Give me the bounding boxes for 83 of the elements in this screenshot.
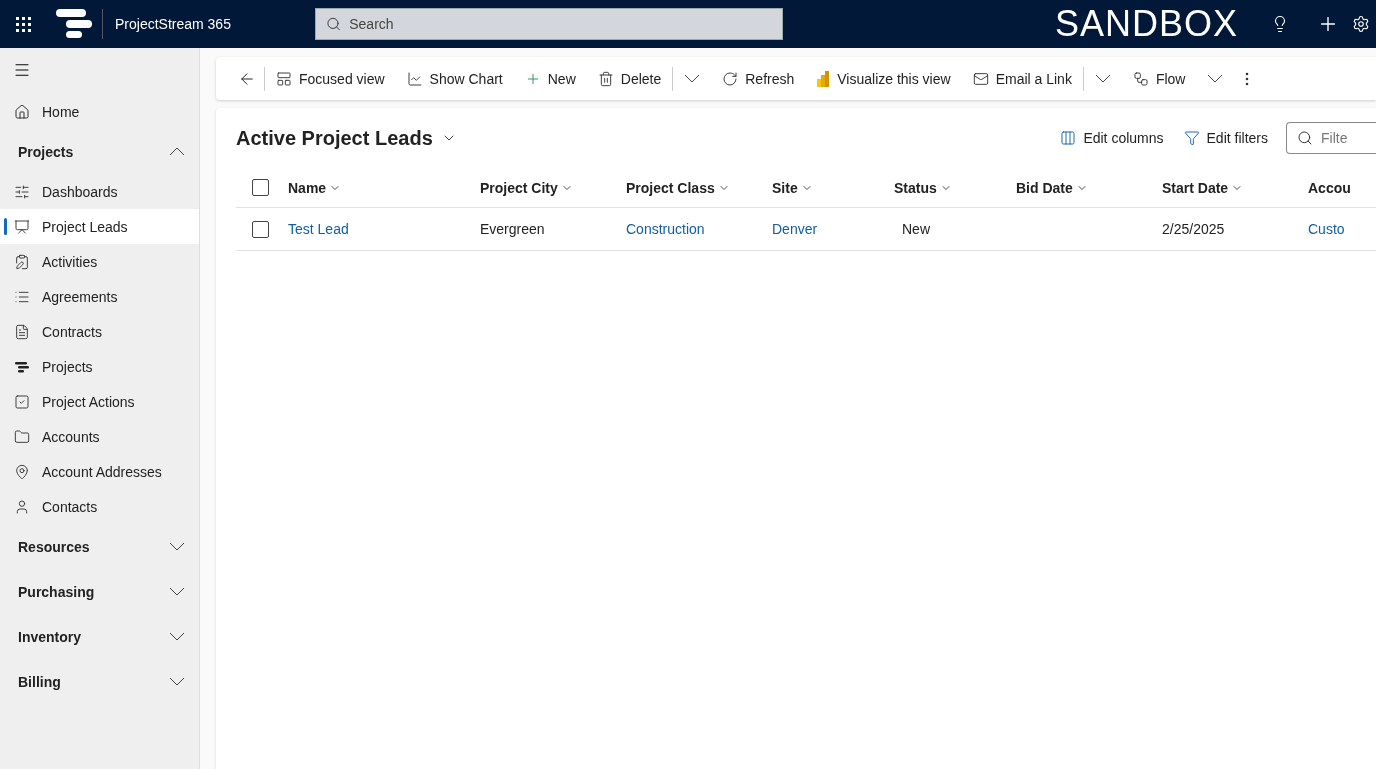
home-icon [14,103,30,120]
table-cell-text: 2/25/2025 [1162,221,1226,237]
nav-item[interactable]: Home [0,94,199,129]
view-action-button[interactable]: Edit filters [1173,130,1278,146]
chart-board-icon [14,218,30,235]
column-header[interactable]: Accou [1308,179,1376,196]
app-launcher-icon[interactable] [15,16,31,32]
nav-group-header[interactable]: Inventory [0,614,199,659]
chevron-down-icon [169,632,185,641]
menu-icon [13,61,31,79]
nav-item[interactable]: Contacts [0,489,199,524]
filter-field[interactable]: Filte [1286,122,1376,154]
nav-item[interactable]: Dashboards [0,174,199,209]
person-icon [14,498,30,515]
chevron-down-icon [169,587,185,596]
command-button[interactable]: Show Chart [395,60,514,97]
sliders-icon [14,183,30,200]
checkbox-icon [14,393,30,410]
search-icon [1297,130,1313,146]
chevron-down-icon [684,74,701,83]
more-icon [1245,71,1250,86]
nav-item[interactable]: Agreements [0,279,199,314]
nav-group-header[interactable]: Billing [0,659,199,704]
nav-group-header[interactable]: Purchasing [0,569,199,614]
folder-icon [14,428,30,445]
chevron-down-icon [1207,74,1224,83]
document-icon [14,323,30,340]
nav-group-header[interactable]: Projects [0,129,199,174]
table-link[interactable]: Denver [772,221,894,237]
nav-item[interactable]: Project Actions [0,384,199,419]
view-selector[interactable]: Active Project Leads [236,126,457,150]
command-button[interactable]: Flow [1121,60,1197,97]
command-button[interactable]: Refresh [711,60,806,97]
column-header[interactable]: Bid Date [1016,179,1162,196]
app-name: ProjectStream 365 [115,16,232,32]
table-cell-text: New [901,221,931,237]
chevron-up-icon [169,147,185,156]
select-all-checkbox[interactable] [252,179,269,196]
table-cell-text: Evergreen [480,221,546,237]
view-action-button[interactable]: Edit columns [1050,130,1174,146]
search-field[interactable]: Search [315,8,783,40]
table-link[interactable]: Custo [1308,221,1376,237]
nav-group-header[interactable]: Resources [0,524,199,569]
nav-item[interactable]: Accounts [0,419,199,454]
nav-item[interactable]: Contracts [0,314,199,349]
flow-icon [1132,70,1149,87]
logo-icon [54,7,94,41]
column-header[interactable]: Project Class [626,179,772,196]
chevron-down-icon [169,677,185,686]
search-input[interactable]: Search [347,15,772,33]
nav-item[interactable]: Activities [0,244,199,279]
layout-icon [276,70,292,87]
command-button[interactable]: Focused view [265,60,396,97]
trash-icon [597,70,614,87]
chart-icon [406,70,423,87]
nav-item[interactable]: Account Addresses [0,454,199,489]
row-checkbox[interactable] [252,220,269,238]
column-header[interactable]: Start Date [1162,179,1308,196]
settings-icon [1352,15,1370,33]
filter-icon [1183,130,1200,146]
bar-chart-icon [816,69,831,88]
command-button[interactable]: Delete [586,60,673,97]
bars-icon [14,360,30,373]
command-button[interactable]: Visualize this view [805,60,962,97]
column-header[interactable]: Project City [480,179,626,196]
columns-icon [1060,130,1077,146]
map-pin-icon [14,463,30,480]
table-link[interactable]: Construction [626,221,772,237]
search-icon [326,16,342,32]
clipboard-icon [14,253,30,270]
table-link[interactable]: Test Lead [288,221,480,237]
nav-item[interactable]: Project Leads [0,209,199,244]
column-header[interactable]: Name [288,179,480,196]
column-header[interactable]: Status [894,179,1016,196]
mail-icon [972,70,989,87]
nav-item[interactable]: Projects [0,349,199,384]
refresh-icon [722,70,739,87]
chevron-down-icon [169,542,185,551]
column-header[interactable]: Site [772,179,894,196]
chevron-down-icon [1094,74,1111,83]
command-button[interactable]: Email a Link [961,60,1083,97]
command-button[interactable]: New [513,60,587,97]
environment-label: SANDBOX [1054,3,1238,45]
